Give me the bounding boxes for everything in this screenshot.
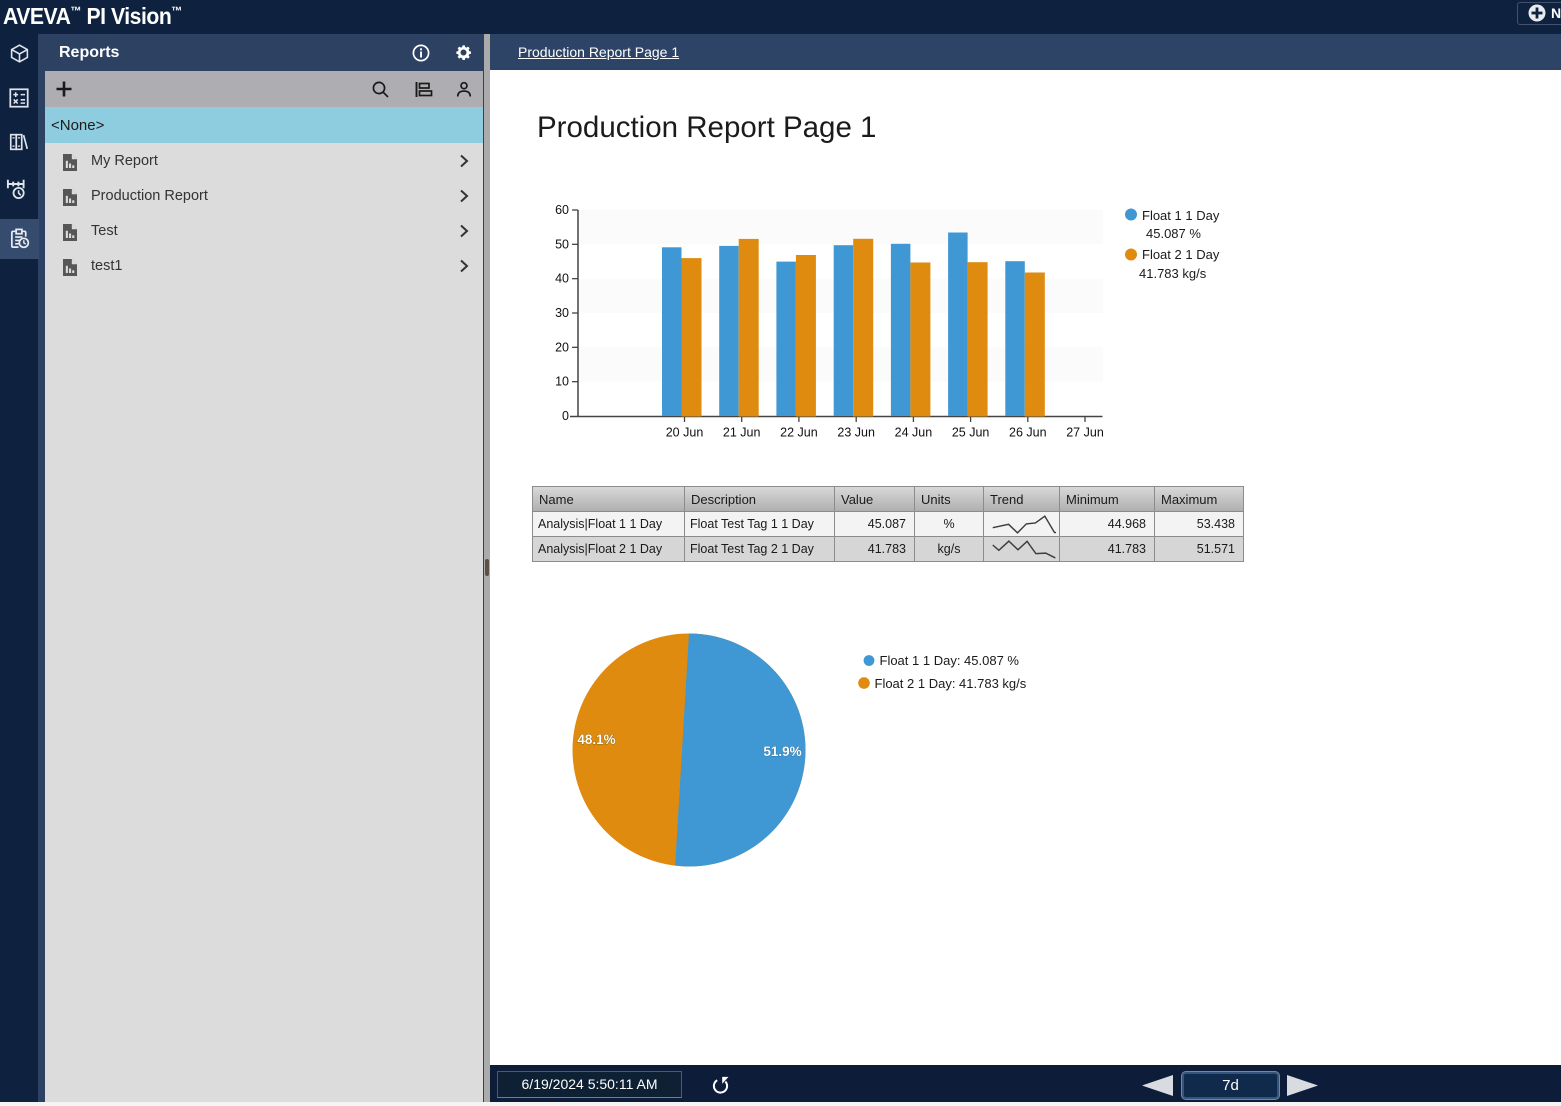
svg-text:Float 1 1 Day: Float 1 1 Day — [1142, 208, 1220, 223]
svg-text:21 Jun: 21 Jun — [723, 426, 761, 440]
svg-text:0: 0 — [562, 409, 569, 423]
svg-text:40: 40 — [555, 272, 569, 286]
svg-text:45.087 %: 45.087 % — [1146, 226, 1201, 241]
svg-text:25 Jun: 25 Jun — [952, 426, 990, 440]
svg-text:20 Jun: 20 Jun — [666, 426, 704, 440]
svg-text:Float 1 1 Day: 45.087 %: Float 1 1 Day: 45.087 % — [880, 653, 1020, 668]
svg-text:51.9%: 51.9% — [763, 744, 801, 759]
svg-text:Float 2 1 Day: Float 2 1 Day — [1142, 247, 1220, 262]
svg-text:50: 50 — [555, 237, 569, 251]
svg-text:22 Jun: 22 Jun — [780, 426, 818, 440]
svg-text:48.1%: 48.1% — [577, 732, 615, 747]
svg-text:24 Jun: 24 Jun — [895, 426, 933, 440]
svg-text:23 Jun: 23 Jun — [837, 426, 875, 440]
svg-text:60: 60 — [555, 203, 569, 217]
svg-text:41.783 kg/s: 41.783 kg/s — [1139, 266, 1207, 281]
svg-text:30: 30 — [555, 306, 569, 320]
svg-text:26 Jun: 26 Jun — [1009, 426, 1047, 440]
svg-text:Float 2 1 Day: 41.783 kg/s: Float 2 1 Day: 41.783 kg/s — [875, 676, 1027, 691]
svg-text:27 Jun: 27 Jun — [1066, 426, 1104, 440]
svg-text:10: 10 — [555, 375, 569, 389]
svg-text:20: 20 — [555, 340, 569, 354]
